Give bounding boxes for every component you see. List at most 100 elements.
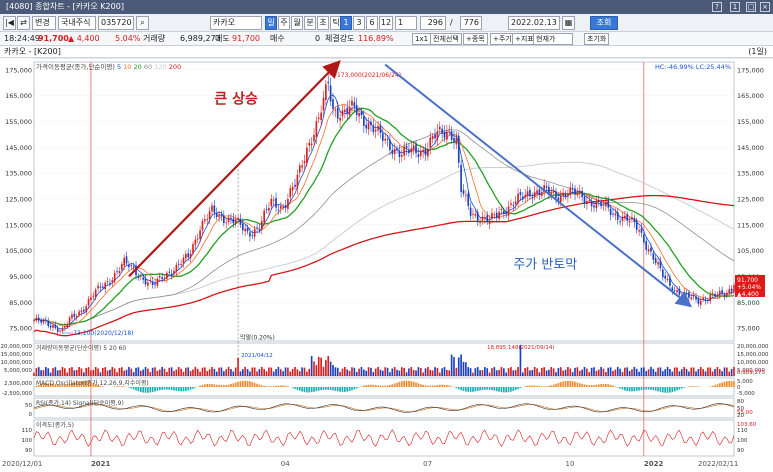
period-second[interactable]: 초 [317, 16, 329, 30]
volume-bar [244, 366, 247, 376]
macd-bar [353, 387, 356, 390]
macd-bar [484, 387, 486, 390]
candle-body [438, 126, 441, 130]
volume-bar [241, 369, 244, 376]
period-minute[interactable]: 분 [304, 16, 316, 30]
interval-6[interactable]: 6 [366, 16, 378, 30]
disparity-tick-label-right: 100 [737, 438, 748, 444]
volume-bar [664, 369, 667, 376]
volume-bar [465, 362, 467, 376]
macd-bar [227, 384, 230, 387]
period-month[interactable]: 월 [291, 16, 303, 30]
rsi-tick-label: 0 [29, 412, 33, 418]
candle-body [586, 201, 588, 205]
maximize-button[interactable]: □ [746, 2, 756, 12]
volume-bar [661, 371, 664, 376]
candle-body [213, 205, 216, 213]
annotation-halved: 주가 반토막 [513, 258, 577, 273]
mode-select[interactable]: 변경 [32, 16, 56, 30]
volume-bar [669, 368, 671, 376]
stock-name-input[interactable]: 카카오 [210, 16, 262, 30]
select-all-button[interactable]: 전체선택 [430, 33, 462, 45]
macd-bar [614, 386, 617, 387]
volume-bar [704, 371, 707, 376]
current-price-select[interactable]: 현재가 [533, 33, 573, 45]
volume-bar [61, 367, 64, 376]
candle-body [673, 290, 676, 292]
reset-button[interactable]: 초기화 [584, 33, 610, 45]
period-week[interactable]: 주 [278, 16, 290, 30]
macd-bar [313, 387, 315, 392]
candle-body [650, 247, 652, 252]
volume-bar [111, 366, 114, 376]
volume-bar [612, 370, 614, 376]
price-tick-label: 135,000 [5, 170, 32, 178]
volume-bar [595, 370, 598, 376]
macd-bar [562, 381, 564, 387]
volume-bar [303, 367, 306, 376]
query-button[interactable]: 조회 [590, 16, 618, 30]
main-toolbar: |◀ ⇄ 변경 국내주식 035720 ⌕ 카카오 일 주 월 분 초 틱 1 … [0, 14, 773, 32]
volume-bar [512, 370, 515, 376]
count-input[interactable]: 296 [420, 16, 446, 30]
volume-bar [90, 370, 92, 376]
candle-body [196, 238, 199, 240]
candle-body [284, 205, 287, 208]
rsi-legend: RSI(종가,14) Signal(단순이평,9) [36, 399, 124, 407]
candle-body [99, 286, 102, 288]
price-tick-label: 85,000 [9, 299, 32, 307]
layout-1x1-button[interactable]: 1x1 [412, 33, 432, 45]
volume-bar [310, 356, 313, 376]
volume-bar [246, 369, 249, 376]
interval-12[interactable]: 12 [379, 16, 393, 30]
macd-bar [548, 385, 550, 387]
volume-bar [270, 367, 273, 376]
help-button[interactable]: ? [712, 2, 722, 12]
count-divider: / [450, 18, 453, 27]
date-input[interactable]: 2022.02.13 [508, 16, 560, 30]
interval-input[interactable]: 1 [395, 16, 417, 30]
macd-bar [730, 380, 733, 387]
interval-1[interactable]: 1 [340, 16, 352, 30]
macd-bar [574, 381, 576, 387]
candle-body [75, 316, 78, 318]
search-icon[interactable]: ⌕ [136, 16, 149, 30]
first-icon[interactable]: |◀ [3, 16, 16, 30]
volume-bar [567, 366, 569, 376]
add-stock-button[interactable]: +종목 [463, 33, 488, 45]
volume-bar [683, 366, 685, 376]
candle-body [365, 124, 368, 129]
macd-bar [377, 385, 379, 387]
volume-bar [104, 367, 107, 376]
candle-body [441, 128, 443, 134]
candle-body [389, 139, 391, 151]
close-button[interactable]: × [760, 2, 770, 12]
stock-chart[interactable]: 75,00075,00085,00085,00095,00095,000105,… [0, 58, 773, 460]
candle-body [400, 155, 403, 157]
volume-bar [360, 366, 363, 376]
volume-bar [417, 367, 420, 376]
macd-bar [602, 383, 605, 387]
candle-body [182, 257, 185, 264]
interval-3[interactable]: 3 [353, 16, 365, 30]
period-day[interactable]: 일 [265, 16, 277, 30]
market-select[interactable]: 국내주식 [58, 16, 96, 30]
macd-bar [529, 385, 531, 387]
macd-bar [619, 387, 621, 389]
volume-bar [130, 368, 133, 376]
window-mode-button[interactable]: 1 [730, 2, 740, 12]
candle-body [697, 298, 700, 304]
stock-code-input[interactable]: 035720 [98, 16, 134, 30]
calendar-icon[interactable]: ▦ [562, 16, 575, 30]
macd-bar [239, 381, 242, 387]
volume-bar [503, 368, 505, 376]
macd-bar [586, 384, 588, 387]
candle-body [721, 290, 723, 294]
macd-bar [543, 386, 545, 387]
current-price: 91,700 [38, 34, 69, 43]
candle-body [363, 116, 365, 126]
volume-bar [476, 367, 479, 376]
volume-bar [543, 367, 545, 376]
swap-icon[interactable]: ⇄ [17, 16, 30, 30]
macd-bar [355, 387, 358, 389]
